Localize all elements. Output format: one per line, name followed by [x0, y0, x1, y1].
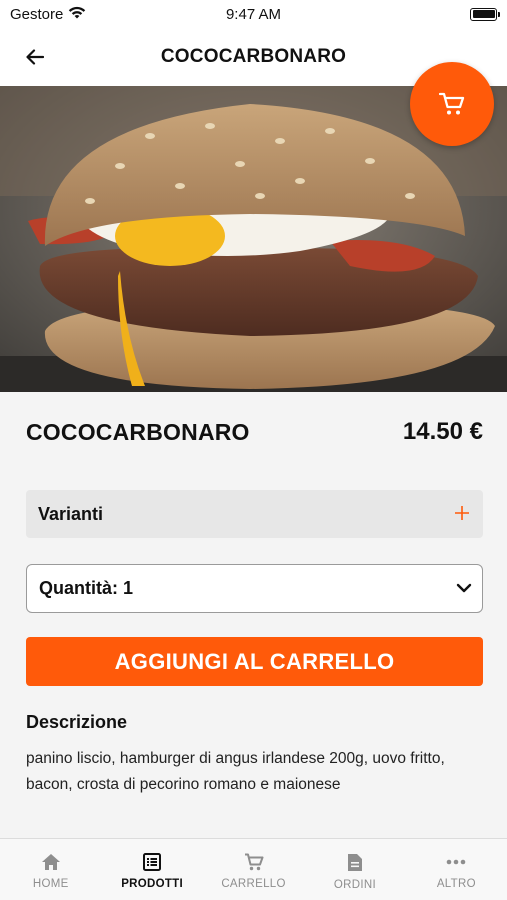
variants-label: Varianti — [38, 503, 104, 524]
cart-icon — [439, 92, 465, 115]
product-header: COCOCARBONARO 14.50 € — [26, 418, 483, 446]
tab-home[interactable]: HOME — [0, 839, 101, 900]
variants-toggle[interactable]: Varianti — [26, 490, 483, 538]
cart-icon — [244, 853, 264, 871]
tab-carrello[interactable]: CARRELLO — [203, 839, 304, 900]
tab-label: ALTRO — [436, 878, 476, 890]
quantity-select[interactable]: Quantità: 1 — [26, 564, 483, 613]
add-to-cart-button[interactable]: AGGIUNGI AL CARRELLO — [26, 637, 483, 686]
status-bar: Gestore 9:47 AM — [0, 0, 507, 28]
page-title: COCOCARBONARO — [160, 46, 347, 67]
tab-label: CARRELLO — [221, 878, 286, 890]
tab-label: PRODOTTI — [121, 878, 184, 890]
description-title: Descrizione — [26, 712, 128, 732]
chevron-down-icon — [456, 580, 472, 598]
tab-ordini[interactable]: ORDINI — [304, 839, 405, 900]
quantity-label: Quantità: 1 — [39, 578, 134, 598]
description-text: panino liscio, hamburger di angus irland… — [26, 750, 445, 793]
status-time: 9:47 AM — [225, 5, 282, 23]
more-icon — [447, 859, 466, 865]
home-icon — [41, 854, 60, 870]
tab-label: ORDINI — [333, 879, 376, 891]
list-icon — [143, 853, 162, 871]
tab-bar: HOME PRODOTTI CARRELLO ORDINI ALTRO — [0, 838, 507, 900]
back-button[interactable] — [22, 44, 48, 70]
document-icon — [347, 854, 362, 871]
tab-altro[interactable]: ALTRO — [406, 839, 507, 900]
cart-button[interactable] — [410, 62, 494, 146]
arrow-left-icon — [26, 49, 44, 65]
battery-icon — [470, 7, 500, 21]
product-price: 14.50 € — [402, 418, 483, 445]
tab-label: HOME — [32, 878, 69, 890]
tab-prodotti[interactable]: PRODOTTI — [101, 839, 202, 900]
product-name: COCOCARBONARO — [26, 418, 250, 445]
plus-icon — [454, 502, 470, 526]
